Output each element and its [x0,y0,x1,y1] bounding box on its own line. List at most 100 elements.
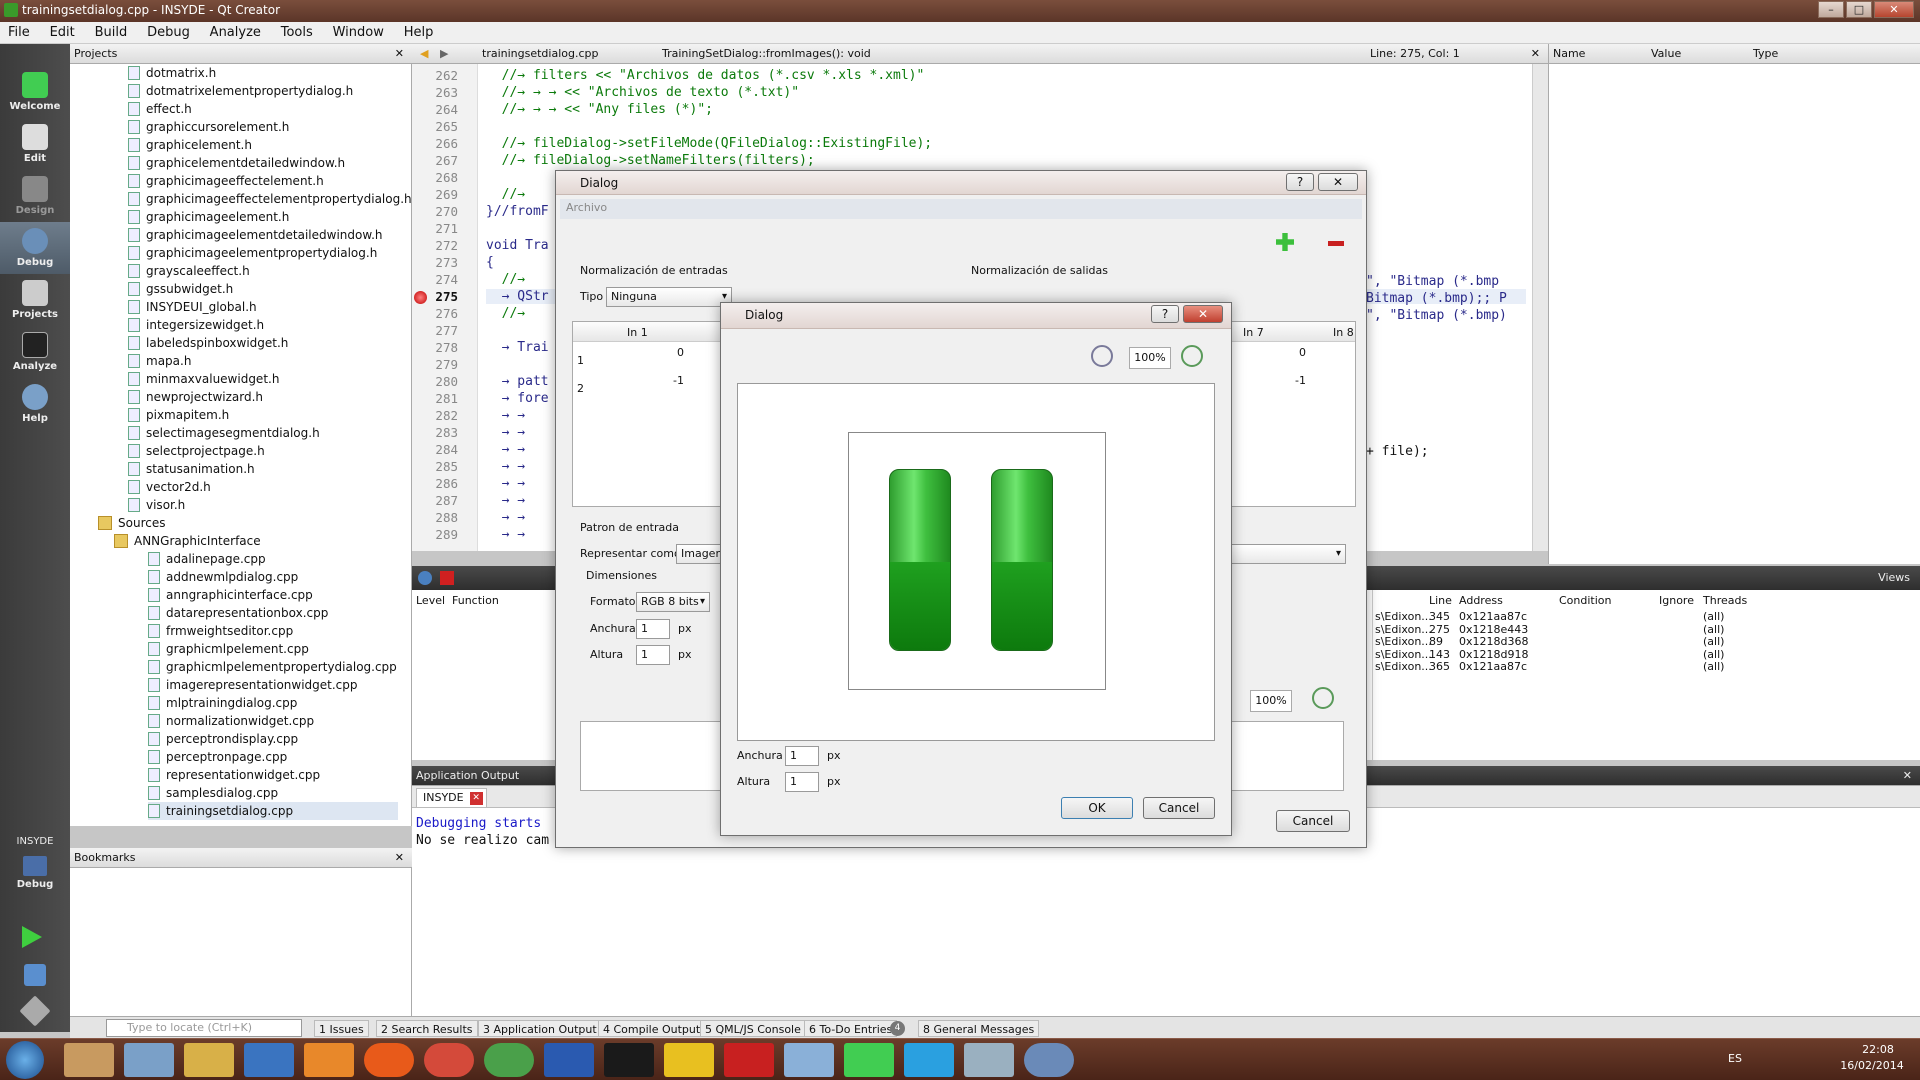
mode-debug[interactable]: Debug [0,222,70,274]
maximize-button[interactable]: □ [1846,1,1872,18]
close-tab-icon[interactable]: ✕ [469,792,483,805]
breakpoint-cell[interactable]: (all) [1703,660,1724,673]
help-button[interactable]: ? [1286,173,1314,191]
column-line[interactable]: Line [1429,594,1452,607]
table-cell[interactable]: -1 [673,374,684,387]
taskbar-drive-icon[interactable] [664,1043,714,1077]
taskbar-grid-icon[interactable] [64,1043,114,1077]
tree-file-item[interactable]: perceptronpage.cpp [148,748,287,766]
taskbar-firefox-icon[interactable] [364,1043,414,1077]
menu-edit[interactable]: Edit [42,22,83,43]
taskbar-explorer-icon[interactable] [124,1043,174,1077]
taskbar-qt-icon[interactable] [844,1043,894,1077]
cancel-button[interactable]: Cancel [1143,797,1215,819]
tree-file-item[interactable]: graphicelement.h [128,136,252,154]
taskbar-chrome2-icon[interactable] [484,1043,534,1077]
zoom-out-icon[interactable] [1091,345,1113,367]
tree-file-item[interactable]: graphicmlpelement.cpp [148,640,309,658]
views-menu[interactable]: Views [1878,571,1910,584]
language-indicator[interactable]: ES [1728,1052,1742,1065]
stop-icon[interactable] [440,571,454,585]
tree-folder-anngraphicinterface[interactable]: ANNGraphicInterface [114,532,261,550]
column-header[interactable]: In 1 [627,326,648,339]
tree-file-item[interactable]: graphicmlpelementpropertydialog.cpp [148,658,397,676]
menu-file[interactable]: File [0,22,38,43]
breakpoint-cell[interactable]: s\Edixon... [1375,610,1432,623]
taskbar-window-icon[interactable] [964,1043,1014,1077]
taskbar-chrome-icon[interactable] [424,1043,474,1077]
taskbar-paint-icon[interactable] [1024,1043,1074,1077]
tree-file-item[interactable]: graphicelementdetailedwindow.h [128,154,345,172]
breakpoint-cell[interactable]: 0x121aa87c [1459,610,1527,623]
tree-folder-sources[interactable]: Sources [98,514,165,532]
tree-file-item[interactable]: gssubwidget.h [128,280,233,298]
zoom-in-icon[interactable] [1312,687,1334,709]
breakpoint-cell[interactable]: 0x1218e443 [1459,623,1528,636]
breakpoint-icon[interactable] [414,291,427,304]
tree-file-item[interactable]: dotmatrix.h [128,64,216,82]
cancel-button[interactable]: Cancel [1276,810,1350,832]
anchura-spinbox[interactable]: 1 [636,619,670,639]
table-cell[interactable]: 0 [677,346,684,359]
breakpoint-cell[interactable]: 0x1218d368 [1459,635,1528,648]
tree-file-item[interactable]: newprojectwizard.h [128,388,263,406]
taskbar-vlc-icon[interactable] [304,1043,354,1077]
column-ignore[interactable]: Ignore [1659,594,1694,607]
breakpoint-cell[interactable]: 365 [1429,660,1450,673]
tab-issues[interactable]: 1 Issues [314,1020,369,1037]
close-panel-icon[interactable]: ✕ [395,848,404,868]
column-level[interactable]: Level [416,594,445,607]
breakpoint-cell[interactable]: 89 [1429,635,1443,648]
tree-file-item[interactable]: graphicimageeffectelement.h [128,172,324,190]
add-icon[interactable] [1276,233,1294,251]
column-address[interactable]: Address [1459,594,1503,607]
breakpoint-cell[interactable]: 143 [1429,648,1450,661]
help-button[interactable]: ? [1151,305,1179,323]
tab-application-output[interactable]: 3 Application Output [478,1020,602,1037]
altura-spinbox[interactable]: 1 [636,645,670,665]
document-selector[interactable]: trainingsetdialog.cpp [482,44,598,64]
breakpoint-cell[interactable]: s\Edixon... [1375,660,1432,673]
column-header[interactable]: In 8 [1333,326,1354,339]
image-viewport[interactable] [737,383,1215,741]
breakpoint-cell[interactable]: s\Edixon... [1375,623,1432,636]
archivo-group-header[interactable]: Archivo [560,199,1362,219]
breakpoint-cell[interactable]: s\Edixon... [1375,648,1432,661]
close-button[interactable]: ✕ [1874,1,1914,18]
breakpoint-cell[interactable]: (all) [1703,648,1724,661]
kit-selector[interactable]: Debug [0,856,70,902]
tree-file-item[interactable]: trainingsetdialog.cpp [148,802,398,820]
tree-file-item[interactable]: graphicimageelementpropertydialog.h [128,244,377,262]
breakpoint-cell[interactable]: 0x1218d918 [1459,648,1528,661]
tree-file-item[interactable]: labeledspinboxwidget.h [128,334,288,352]
tree-file-item[interactable]: frmweightseditor.cpp [148,622,293,640]
altura-spinbox[interactable]: 1 [785,772,819,792]
forward-arrow-icon[interactable]: ▶ [440,44,448,64]
mode-analyze[interactable]: Analyze [0,326,70,378]
tree-file-item[interactable]: INSYDEUI_global.h [128,298,257,316]
menu-build[interactable]: Build [87,22,136,43]
table-cell[interactable]: -1 [1295,374,1306,387]
remove-icon[interactable] [1328,241,1344,246]
mode-welcome[interactable]: Welcome [0,66,70,118]
breakpoint-cell[interactable]: s\Edixon... [1375,635,1432,648]
tree-file-item[interactable]: graphicimageeffectelementpropertydialog.… [128,190,411,208]
breakpoint-cell[interactable]: 345 [1429,610,1450,623]
app-output-tab[interactable]: INSYDE ✕ [416,788,487,808]
taskbar-box-icon[interactable] [784,1043,834,1077]
start-button[interactable] [6,1041,44,1079]
run-icon[interactable] [22,926,42,948]
tab-compile-output[interactable]: 4 Compile Output [598,1020,706,1037]
column-threads[interactable]: Threads [1703,594,1747,607]
tree-file-item[interactable]: minmaxvaluewidget.h [128,370,279,388]
taskbar-app-icon[interactable] [604,1043,654,1077]
tree-file-item[interactable]: samplesdialog.cpp [148,784,278,802]
tree-file-item[interactable]: selectimagesegmentdialog.h [128,424,320,442]
start-debugging-icon[interactable] [24,964,46,986]
clock-date[interactable]: 16/02/2014 [1834,1059,1910,1072]
anchura-spinbox[interactable]: 1 [785,746,819,766]
tree-file-item[interactable]: representationwidget.cpp [148,766,320,784]
locator-input[interactable]: Type to locate (Ctrl+K) [106,1019,302,1037]
menu-help[interactable]: Help [396,22,442,43]
column-header[interactable]: In 7 [1243,326,1264,339]
